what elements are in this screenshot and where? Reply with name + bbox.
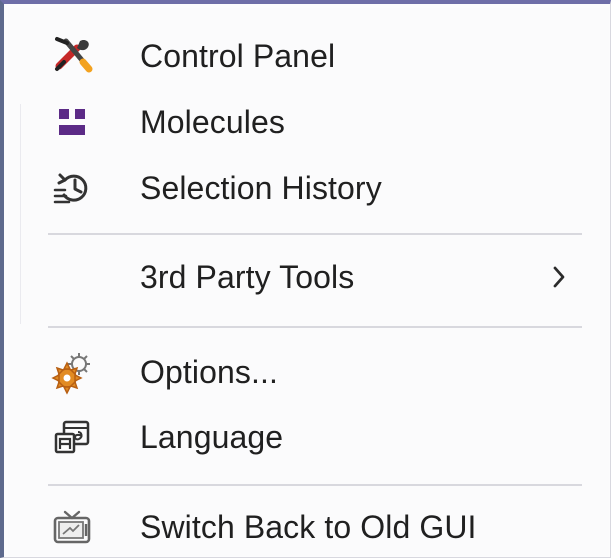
menu-item-language[interactable]: Language (20, 409, 591, 465)
menu-item-third-party-tools[interactable]: 3rd Party Tools (20, 249, 591, 305)
menu-item-label: Switch Back to Old GUI (140, 509, 477, 545)
context-menu-frame: Control Panel Molecules Selection Histor… (0, 0, 611, 558)
menu-item-label: Control Panel (140, 38, 336, 74)
gear-icon (44, 348, 100, 396)
menu-item-label: Molecules (140, 104, 285, 140)
menu-item-options[interactable]: Options... (20, 344, 591, 400)
menu-item-label: Selection History (140, 170, 382, 206)
menu-item-control-panel[interactable]: Control Panel (20, 28, 591, 84)
menu-separator (48, 326, 582, 328)
chevron-right-icon (545, 262, 573, 292)
language-icon (44, 413, 100, 461)
menu-item-label: 3rd Party Tools (140, 259, 355, 295)
menu-item-molecules[interactable]: Molecules (20, 94, 591, 150)
context-menu: Control Panel Molecules Selection Histor… (8, 8, 609, 556)
menu-separator (48, 233, 582, 235)
menu-item-switch-back-old-gui[interactable]: Switch Back to Old GUI (20, 499, 591, 555)
molecules-icon (44, 98, 100, 146)
tv-icon (44, 503, 100, 551)
menu-icon-spacer (44, 253, 100, 301)
menu-item-label: Language (140, 419, 284, 455)
tools-icon (44, 32, 100, 80)
menu-item-label: Options... (140, 354, 278, 390)
menu-item-selection-history[interactable]: Selection History (20, 160, 591, 216)
history-icon (44, 164, 100, 212)
menu-separator (48, 484, 582, 486)
